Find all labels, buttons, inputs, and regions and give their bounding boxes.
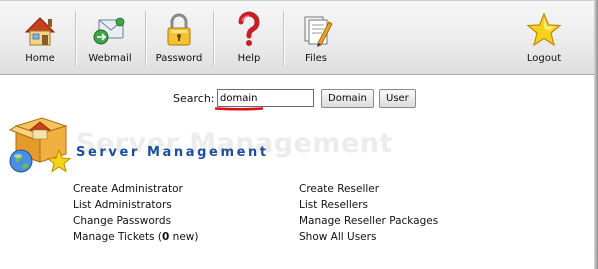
webmail-label: Webmail [88, 53, 132, 64]
password-button[interactable]: Password [148, 1, 210, 75]
right-link-column: Create Reseller List Resellers Manage Re… [299, 181, 519, 245]
show-all-users-link[interactable]: Show All Users [299, 229, 519, 245]
toolbar-divider [283, 11, 285, 66]
files-label: Files [305, 53, 327, 64]
toolbar-divider [213, 11, 215, 66]
webmail-button[interactable]: Webmail [78, 1, 142, 75]
toolbar-divider [145, 11, 147, 66]
section-title: Server Management [76, 145, 269, 160]
list-administrators-link[interactable]: List Administrators [73, 197, 293, 213]
help-button[interactable]: Help [216, 1, 282, 75]
home-button[interactable]: Home [8, 1, 72, 75]
home-label: Home [25, 53, 55, 64]
files-button[interactable]: Files [286, 1, 346, 75]
star-icon [526, 12, 562, 47]
search-domain-button[interactable]: Domain [321, 89, 374, 108]
help-label: Help [237, 53, 261, 64]
change-passwords-link[interactable]: Change Passwords [73, 213, 293, 229]
files-icon [304, 16, 333, 47]
server-management-icon [8, 117, 72, 173]
password-label: Password [155, 53, 203, 64]
manage-reseller-packages-link[interactable]: Manage Reseller Packages [299, 213, 519, 229]
manage-tickets-link[interactable]: Manage Tickets (0 new) [73, 229, 293, 245]
window-edge [594, 0, 598, 269]
home-icon [24, 17, 56, 46]
logout-button[interactable]: Logout [512, 1, 576, 75]
search-label: Search: [173, 92, 215, 105]
left-link-column: Create Administrator List Administrators… [73, 181, 293, 245]
manage-tickets-suffix: new) [169, 231, 199, 243]
search-user-button[interactable]: User [379, 89, 416, 108]
webmail-icon [93, 17, 125, 45]
padlock-icon [167, 13, 191, 46]
search-input[interactable] [217, 89, 314, 107]
toolbar-divider [75, 11, 77, 66]
red-underline-annotation [215, 107, 263, 111]
logout-label: Logout [526, 53, 562, 64]
question-mark-icon [238, 11, 260, 46]
manage-tickets-prefix: Manage Tickets ( [73, 231, 163, 243]
create-reseller-link[interactable]: Create Reseller [299, 181, 519, 197]
top-toolbar: Home Webmail Password Help Files Logout [0, 0, 598, 75]
create-administrator-link[interactable]: Create Administrator [73, 181, 293, 197]
list-resellers-link[interactable]: List Resellers [299, 197, 519, 213]
